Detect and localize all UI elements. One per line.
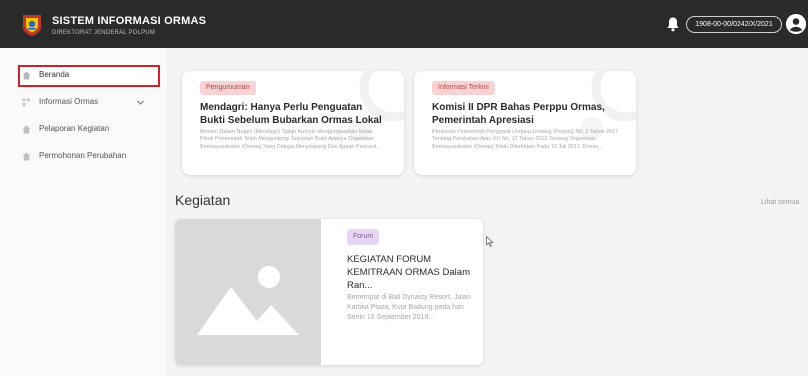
event-image	[175, 219, 321, 365]
news-description: Menteri Dalam Negeri (Mendagri) Tjahjo K…	[200, 129, 381, 150]
section-title: Kegiatan	[175, 192, 231, 208]
user-id-badge[interactable]: 1908-00-00/0242/X/2021	[686, 16, 782, 33]
ministry-logo-icon	[23, 15, 41, 36]
top-bar: SISTEM INFORMASI ORMAS DIREKTORAT JENDER…	[0, 0, 808, 48]
sidebar-item-pelaporan-kegiatan[interactable]: Pelaporan Kegiatan	[18, 119, 160, 141]
news-description: Peraturan Pemerintah Pengganti Undang-Un…	[432, 129, 619, 150]
sidebar-item-label: Informasi Ormas	[39, 97, 99, 106]
event-card[interactable]: Forum KEGIATAN FORUM KEMITRAAN ORMAS Dal…	[175, 219, 483, 365]
chevron-down-icon[interactable]	[136, 98, 145, 107]
sidebar-item-permohonan-perubahan[interactable]: Permohonan Perubahan	[18, 146, 160, 168]
news-title[interactable]: Komisi II DPR Bahas Perppu Ormas, Pemeri…	[432, 101, 618, 127]
news-title[interactable]: Mendagri: Hanya Perlu Penguatan Bukti Se…	[200, 101, 386, 127]
sidebar-item-label: Pelaporan Kegiatan	[39, 124, 110, 133]
bell-icon[interactable]	[666, 16, 680, 32]
report-icon	[22, 125, 31, 134]
sidebar-item-beranda[interactable]: Beranda	[18, 65, 160, 87]
category-badge: Forum	[347, 229, 380, 245]
see-all-link[interactable]: Lihat semua	[761, 199, 799, 206]
user-avatar-icon[interactable]	[786, 14, 806, 34]
news-card[interactable]: Informasi Terkini Komisi II DPR Bahas Pe…	[414, 71, 636, 175]
event-title[interactable]: KEGIATAN FORUM KEMITRAAN ORMAS Dalam Ran…	[347, 253, 471, 292]
category-badge: Pengumuman	[200, 81, 256, 95]
image-placeholder-icon	[197, 266, 299, 335]
sidebar: Beranda Informasi Ormas Pelaporan Kegiat…	[0, 48, 166, 376]
mouse-cursor-icon	[486, 236, 494, 247]
app-title: SISTEM INFORMASI ORMAS	[52, 15, 207, 27]
app-subtitle: DIREKTORAT JENDERAL POLPUM	[52, 30, 155, 36]
info-icon	[22, 98, 30, 106]
sidebar-item-label: Beranda	[39, 70, 70, 79]
sidebar-item-label: Permohonan Perubahan	[39, 151, 127, 160]
event-description: Bertempat di Bali Dynasty Resort, Jalan …	[347, 294, 471, 321]
sidebar-item-informasi-ormas[interactable]: Informasi Ormas	[18, 92, 160, 114]
news-card[interactable]: Pengumuman Mendagri: Hanya Perlu Penguat…	[182, 71, 404, 175]
category-badge: Informasi Terkini	[432, 81, 495, 95]
home-icon	[22, 71, 31, 80]
request-icon	[22, 152, 31, 161]
